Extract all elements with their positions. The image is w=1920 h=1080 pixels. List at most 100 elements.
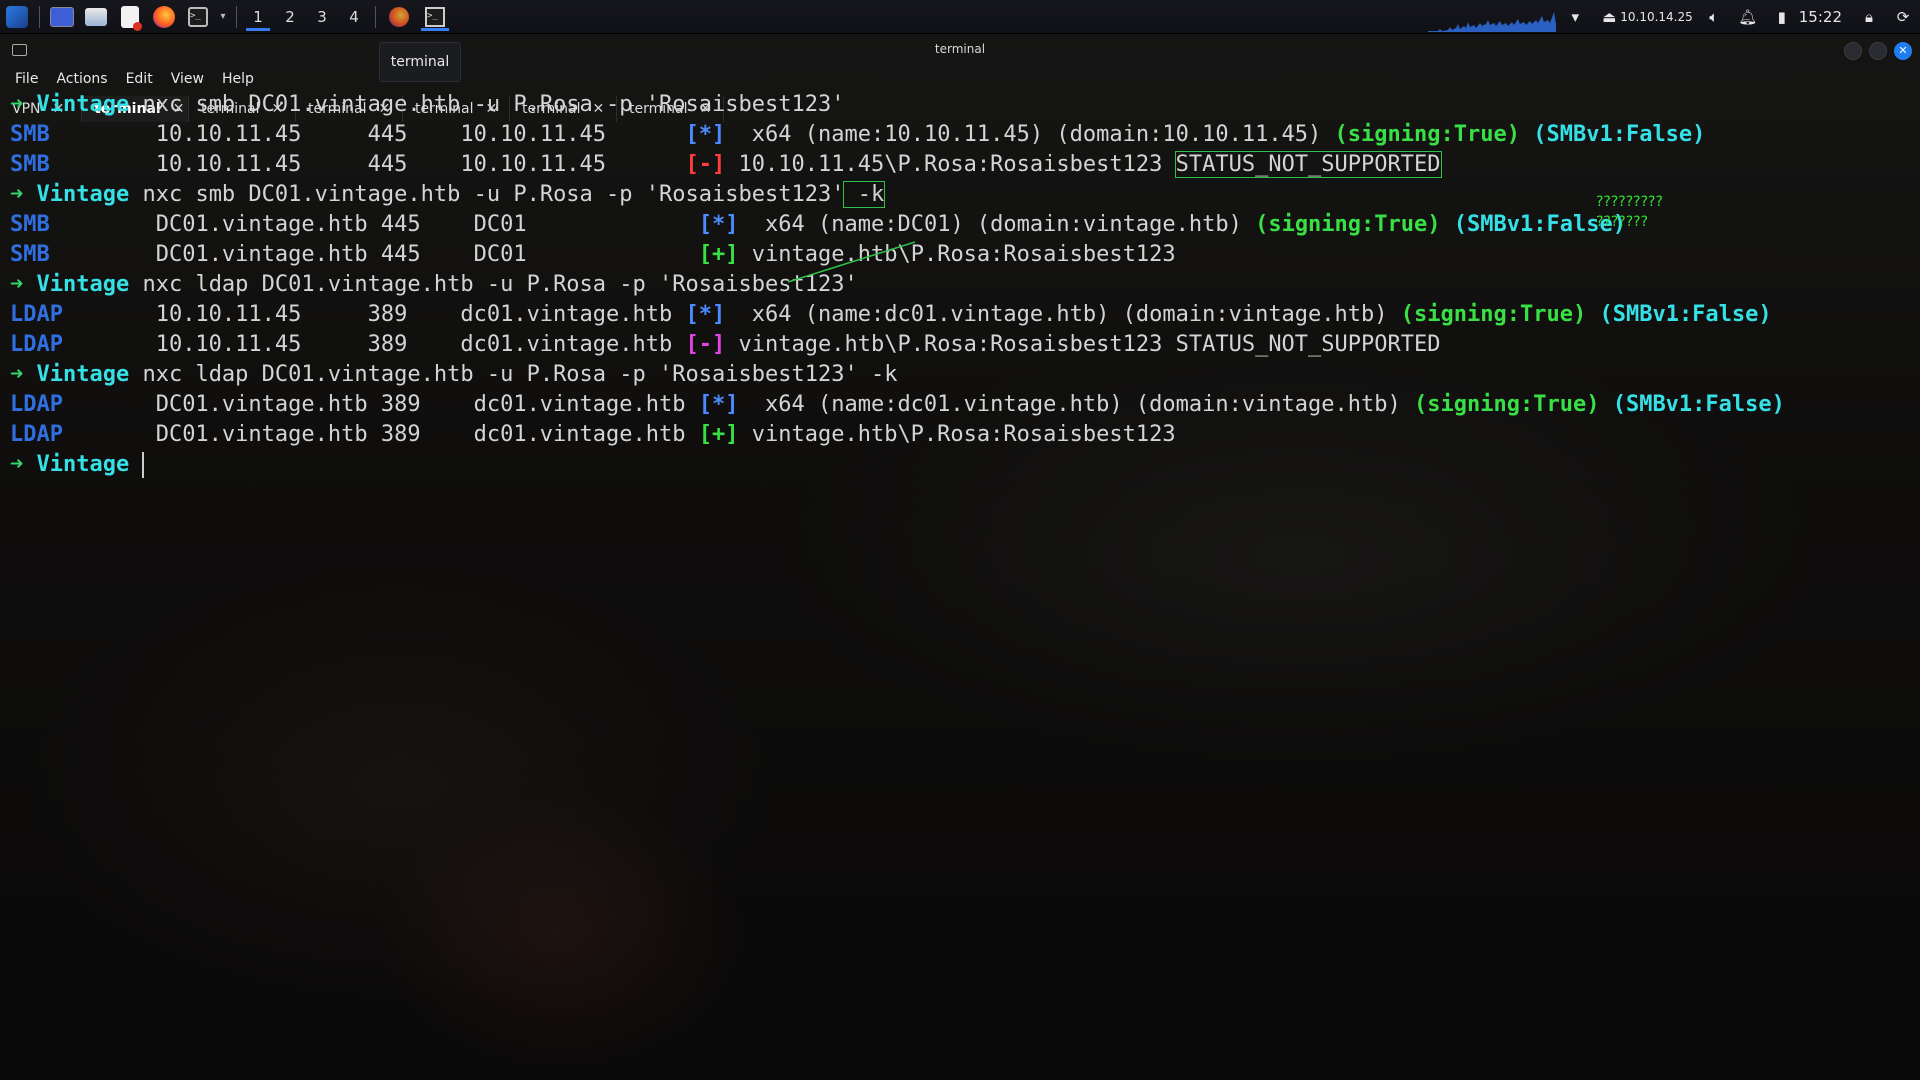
output-text: x64 (name:DC01) (domain:vintage.htb) — [738, 212, 1256, 237]
protocol-label: SMB — [10, 212, 50, 237]
clock[interactable]: 15:22 — [1799, 8, 1842, 26]
workspace-4[interactable]: 4 — [338, 0, 370, 33]
panel-separator — [375, 5, 376, 28]
prompt-arrow-icon: ➜ — [10, 272, 24, 297]
window-title: terminal — [934, 42, 986, 56]
close-button[interactable]: ✕ — [1894, 42, 1912, 60]
signing-flag: (signing:True) — [1255, 212, 1441, 237]
command-text: nxc smb DC01.vintage.htb -u P.Rosa -p 'R… — [129, 92, 845, 117]
workspace-1[interactable]: 1 — [242, 0, 274, 33]
maximize-button[interactable] — [1869, 42, 1887, 60]
workspace-3[interactable]: 3 — [306, 0, 338, 33]
smbv1-flag: (SMBv1:False) — [1599, 302, 1772, 327]
task-terminal[interactable]: >_ — [417, 0, 453, 33]
output-text: vintage.htb\P.Rosa:Rosaisbest123 — [738, 242, 1176, 267]
prompt-arrow-icon: ➜ — [10, 362, 24, 387]
menu-bar: File Actions Edit View Help — [6, 66, 263, 92]
prompt-directory: Vintage — [36, 92, 130, 117]
menu-view[interactable]: View — [162, 71, 213, 87]
protocol-label: SMB — [10, 242, 50, 267]
lock-icon[interactable]: 🔒︎ — [1852, 8, 1886, 26]
output-line: SMB DC01.vintage.htb 445 DC01 [*] x64 (n… — [10, 210, 1626, 240]
command-text: nxc smb DC01.vintage.htb -u P.Rosa -p 'R… — [129, 182, 845, 207]
prompt-arrow-icon: ➜ — [10, 182, 24, 207]
menu-file[interactable]: File — [6, 71, 47, 87]
host-columns: 10.10.11.45 389 dc01.vintage.htb — [62, 302, 686, 327]
status-badge: [*] — [685, 122, 726, 147]
annotation-line-2: ??????? — [1596, 214, 1649, 230]
firefox-icon[interactable] — [147, 0, 181, 33]
firefox-icon — [389, 6, 409, 27]
prompt-directory: Vintage — [36, 362, 130, 387]
status-badge: [+] — [698, 242, 739, 267]
status-badge: [*] — [685, 302, 726, 327]
status-badge: [*] — [698, 212, 739, 237]
host-columns: DC01.vintage.htb 445 DC01 — [49, 242, 699, 267]
show-desktop-icon[interactable] — [45, 0, 79, 33]
prompt-directory: Vintage — [36, 182, 130, 207]
output-line: LDAP DC01.vintage.htb 389 dc01.vintage.h… — [10, 390, 1785, 420]
annotation-line-1: ????????? — [1596, 194, 1663, 210]
menu-actions[interactable]: Actions — [47, 71, 116, 87]
prompt-directory: Vintage — [36, 452, 130, 477]
output-text: vintage.htb\P.Rosa:Rosaisbest123 STATUS_… — [725, 332, 1441, 357]
text-cursor — [142, 452, 145, 478]
prompt-directory: Vintage — [36, 272, 130, 297]
host-columns: DC01.vintage.htb 445 DC01 — [49, 212, 699, 237]
tab-tooltip: terminal — [379, 42, 461, 82]
vpn-ip-address: 10.10.14.25 — [1620, 9, 1693, 24]
prompt-arrow-icon: ➜ — [10, 452, 24, 477]
signing-flag: (signing:True) — [1400, 302, 1587, 327]
signing-flag: (signing:True) — [1334, 122, 1520, 147]
output-text: x64 (name:dc01.vintage.htb) (domain:vint… — [738, 392, 1415, 417]
output-text: vintage.htb\P.Rosa:Rosaisbest123 — [738, 422, 1176, 447]
protocol-label: SMB — [10, 152, 50, 177]
host-columns: DC01.vintage.htb 389 dc01.vintage.htb — [62, 392, 699, 417]
protocol-label: LDAP — [10, 392, 63, 417]
top-panel: >_ ▾ 1 2 3 4 >_ ▾ ⏏ 10.10.14.25 🔈︎ 🔔︎ ▮ … — [0, 0, 1920, 34]
command-line: ➜ Vintage nxc smb DC01.vintage.htb -u P.… — [10, 90, 844, 120]
text-editor-icon[interactable] — [113, 0, 147, 33]
output-line: LDAP 10.10.11.45 389 dc01.vintage.htb [*… — [10, 300, 1772, 330]
volume-icon[interactable]: 🔈︎ — [1697, 8, 1731, 26]
window-titlebar[interactable]: terminal ✕ — [0, 34, 1920, 66]
menu-edit[interactable]: Edit — [117, 71, 162, 87]
task-firefox[interactable] — [381, 0, 417, 33]
protocol-label: SMB — [10, 122, 50, 147]
power-icon[interactable]: ⟳ — [1886, 8, 1920, 26]
wifi-icon[interactable]: ▾ — [1558, 8, 1592, 26]
output-line: LDAP DC01.vintage.htb 389 dc01.vintage.h… — [10, 420, 1176, 450]
prompt-line: ➜ Vintage — [10, 450, 145, 480]
host-columns: 10.10.11.45 389 dc01.vintage.htb — [62, 332, 686, 357]
minimize-button[interactable] — [1844, 42, 1862, 60]
status-badge: [-] — [685, 152, 726, 177]
smbv1-flag: (SMBv1:False) — [1612, 392, 1785, 417]
command-text: nxc ldap DC01.vintage.htb -u P.Rosa -p '… — [129, 362, 898, 387]
signing-flag: (signing:True) — [1414, 392, 1600, 417]
command-line: ➜ Vintage nxc smb DC01.vintage.htb -u P.… — [10, 180, 886, 210]
terminal-launcher-icon[interactable]: >_ — [181, 0, 215, 33]
protocol-label: LDAP — [10, 422, 63, 447]
output-text: 10.10.11.45\P.Rosa:Rosaisbest123 — [725, 152, 1176, 177]
menu-help[interactable]: Help — [213, 71, 263, 87]
output-line: SMB 10.10.11.45 445 10.10.11.45 [-] 10.1… — [10, 150, 1442, 180]
host-columns: 10.10.11.45 445 10.10.11.45 — [49, 152, 686, 177]
battery-icon[interactable]: ▮ — [1765, 8, 1799, 26]
output-line: SMB 10.10.11.45 445 10.10.11.45 [*] x64 … — [10, 120, 1705, 150]
output-line: LDAP 10.10.11.45 389 dc01.vintage.htb [-… — [10, 330, 1441, 360]
protocol-label: LDAP — [10, 332, 63, 357]
annotation-note: ????????? ??????? — [1596, 192, 1663, 232]
workspace-2[interactable]: 2 — [274, 0, 306, 33]
chevron-down-icon[interactable]: ▾ — [215, 0, 231, 33]
file-manager-icon[interactable] — [79, 0, 113, 33]
host-columns: 10.10.11.45 445 10.10.11.45 — [49, 122, 686, 147]
bell-icon[interactable]: 🔔︎ — [1731, 8, 1765, 26]
kali-menu-icon[interactable] — [0, 0, 34, 33]
output-line: SMB DC01.vintage.htb 445 DC01 [+] vintag… — [10, 240, 1176, 270]
